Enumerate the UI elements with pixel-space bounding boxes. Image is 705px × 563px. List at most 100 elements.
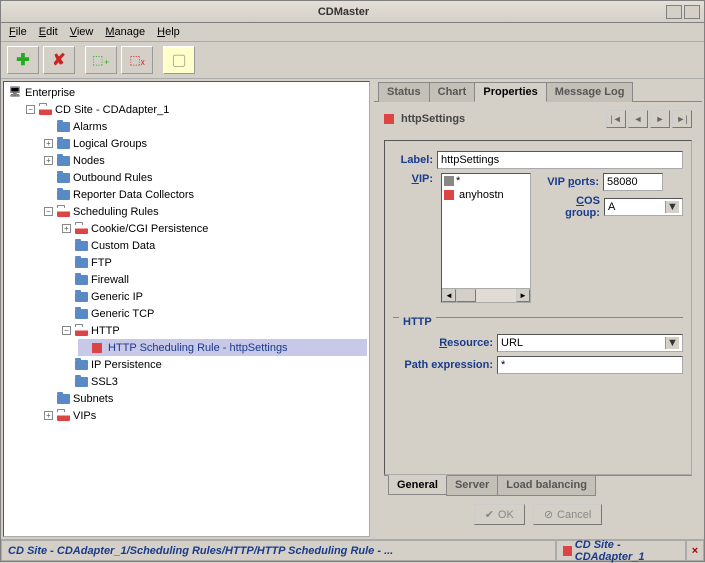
tab-general[interactable]: General — [388, 475, 447, 495]
check-icon: ✔ — [485, 508, 494, 521]
toggle-icon[interactable]: + — [44, 139, 53, 148]
folder-icon — [75, 258, 88, 268]
statusbar: CD Site - CDAdapter_1/Scheduling Rules/H… — [1, 539, 704, 561]
tree-ssl3[interactable]: SSL3 — [60, 373, 367, 390]
menu-file[interactable]: File — [9, 26, 27, 38]
folder-icon — [75, 360, 88, 370]
delete-button[interactable]: ✘ — [43, 46, 75, 74]
cos-label: COS group: — [539, 195, 600, 219]
tree-generic-ip[interactable]: Generic IP — [60, 288, 367, 305]
menu-help[interactable]: Help — [157, 26, 180, 38]
rule-icon — [92, 343, 102, 353]
host-icon — [444, 190, 454, 200]
add-button[interactable]: ✚ — [7, 46, 39, 74]
vip-listbox[interactable]: * anyhostn ◄ ► — [441, 173, 531, 303]
tree-subnets[interactable]: Subnets — [42, 390, 367, 407]
tree-label: Generic TCP — [91, 308, 154, 320]
tab-chart[interactable]: Chart — [429, 82, 476, 102]
tab-load-balancing[interactable]: Load balancing — [497, 476, 596, 496]
menu-manage[interactable]: Manage — [105, 26, 145, 38]
tree-alarms[interactable]: Alarms — [42, 118, 367, 135]
tree-label: FTP — [91, 257, 112, 269]
folder-icon — [57, 190, 70, 200]
tree-http-rule[interactable]: HTTP Scheduling Rule - httpSettings — [78, 339, 367, 356]
path-label: Path expression: — [393, 359, 493, 371]
folder-icon — [57, 156, 70, 166]
ports-input[interactable] — [603, 173, 663, 191]
tool-button-2[interactable]: ⬚ₓ — [121, 46, 153, 74]
tab-properties[interactable]: Properties — [474, 82, 546, 102]
resource-select[interactable]: URL ▼ — [497, 334, 683, 352]
path-input[interactable] — [497, 356, 683, 374]
note-button[interactable]: ▢ — [163, 46, 195, 74]
tree-outbound[interactable]: Outbound Rules — [42, 169, 367, 186]
toggle-icon[interactable]: + — [44, 156, 53, 165]
tree-label: Logical Groups — [73, 138, 147, 150]
http-section-label: HTTP — [399, 316, 436, 328]
vip-item-host[interactable]: anyhostn — [442, 188, 530, 202]
tool-button-1[interactable]: ⬚₊ — [85, 46, 117, 74]
tree-ip-persist[interactable]: IP Persistence — [60, 356, 367, 373]
toggle-icon[interactable]: + — [44, 411, 53, 420]
maximize-button[interactable] — [684, 5, 700, 19]
toggle-icon[interactable]: + — [62, 224, 71, 233]
menu-view[interactable]: View — [70, 26, 94, 38]
toolbar: ✚ ✘ ⬚₊ ⬚ₓ ▢ — [1, 42, 704, 79]
tab-message-log[interactable]: Message Log — [546, 82, 634, 102]
tree-reporter[interactable]: Reporter Data Collectors — [42, 186, 367, 203]
scroll-right-button[interactable]: ► — [516, 289, 530, 302]
rule-icon — [384, 114, 394, 124]
resource-label: Resource: — [393, 337, 493, 349]
cancel-icon: ⊘ — [544, 508, 553, 521]
label-input[interactable] — [437, 151, 683, 169]
tab-server[interactable]: Server — [446, 476, 498, 496]
tab-status[interactable]: Status — [378, 82, 430, 102]
tree-logical-groups[interactable]: + Logical Groups — [42, 135, 367, 152]
tree-label: Firewall — [91, 274, 129, 286]
cos-select[interactable]: A ▼ — [604, 198, 683, 216]
tree-label: Cookie/CGI Persistence — [91, 223, 208, 235]
chevron-down-icon: ▼ — [665, 201, 679, 213]
tree-http[interactable]: −HTTP — [60, 322, 367, 339]
tree-nodes[interactable]: + Nodes — [42, 152, 367, 169]
scroll-thumb[interactable] — [456, 289, 476, 302]
nav-last-button[interactable]: ►| — [672, 110, 692, 128]
status-path: CD Site - CDAdapter_1/Scheduling Rules/H… — [1, 540, 556, 561]
tree-firewall[interactable]: Firewall — [60, 271, 367, 288]
toggle-icon[interactable]: − — [44, 207, 53, 216]
tree-site[interactable]: − CD Site - CDAdapter_1 — [24, 101, 367, 118]
status-close-button[interactable]: × — [686, 540, 704, 561]
tree-label: Generic IP — [91, 291, 143, 303]
tree-cookie[interactable]: + Cookie/CGI Persistence — [60, 220, 367, 237]
tree-scheduling[interactable]: −Scheduling Rules — [42, 203, 367, 220]
tree-pane[interactable]: 🖥 Enterprise − CD Site - CDAdapter_1 Ala… — [3, 81, 370, 537]
tree-label: Nodes — [73, 155, 105, 167]
tree-label: Outbound Rules — [73, 172, 153, 184]
tree-ftp[interactable]: FTP — [60, 254, 367, 271]
tree-custom[interactable]: Custom Data — [60, 237, 367, 254]
nav-next-button[interactable]: ► — [650, 110, 670, 128]
scroll-left-button[interactable]: ◄ — [442, 289, 456, 302]
minimize-button[interactable] — [666, 5, 682, 19]
cancel-button[interactable]: ⊘Cancel — [533, 504, 602, 525]
tree-label: HTTP Scheduling Rule - httpSettings — [108, 342, 288, 354]
vip-item-all[interactable]: * — [442, 174, 530, 188]
folder-icon — [75, 275, 88, 285]
tree-root[interactable]: 🖥 Enterprise — [6, 84, 367, 101]
tree-vips[interactable]: +VIPs — [42, 407, 367, 424]
tree-generic-tcp[interactable]: Generic TCP — [60, 305, 367, 322]
tree-label: Subnets — [73, 393, 113, 405]
status-site[interactable]: CD Site - CDAdapter_1 — [556, 540, 686, 561]
menu-edit[interactable]: Edit — [39, 26, 58, 38]
ok-button[interactable]: ✔OK — [474, 504, 525, 525]
nav-prev-button[interactable]: ◄ — [628, 110, 648, 128]
toggle-icon[interactable]: − — [26, 105, 35, 114]
tree-label: IP Persistence — [91, 359, 162, 371]
toggle-icon[interactable]: − — [62, 326, 71, 335]
http-fieldset: HTTP Resource: URL ▼ Path expression: — [393, 317, 683, 378]
tree-label: SSL3 — [91, 376, 118, 388]
nav-first-button[interactable]: |◄ — [606, 110, 626, 128]
window-title: CDMaster — [21, 6, 666, 18]
hscrollbar[interactable]: ◄ ► — [442, 288, 530, 302]
chevron-down-icon: ▼ — [665, 337, 679, 349]
